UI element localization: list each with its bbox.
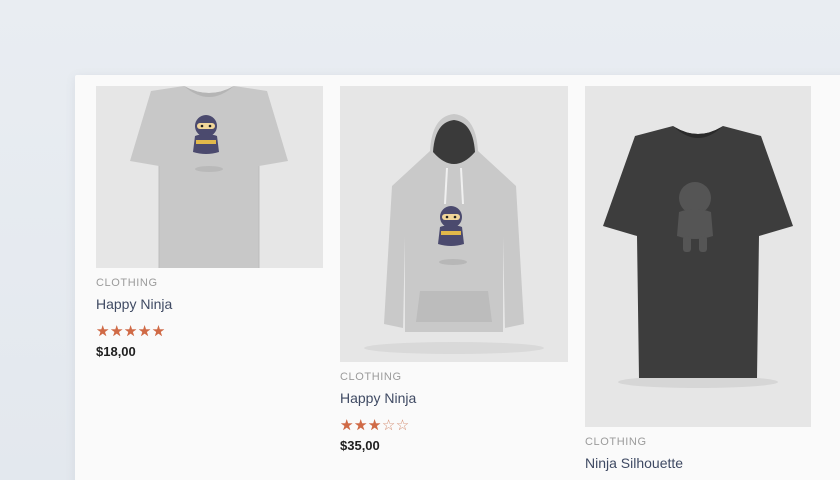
- product-grid: CLOTHING Happy Ninja ☆☆☆☆☆ ★★★★★ $18,00: [75, 75, 840, 480]
- product-image-grey-tshirt[interactable]: [96, 86, 323, 268]
- product-name-link[interactable]: Happy Ninja: [340, 390, 568, 408]
- star-rating: ☆☆☆☆☆ ★★★★★: [96, 322, 323, 340]
- product-image-grey-hoodie[interactable]: [340, 86, 568, 362]
- tshirt-image: [603, 126, 793, 388]
- product-card: CLOTHING Happy Ninja ☆☆☆☆☆ ★★★★★ $18,00: [96, 86, 323, 359]
- product-name-link[interactable]: Happy Ninja: [96, 296, 323, 314]
- star-rating-filled-icon: ★★★★★: [96, 322, 166, 340]
- product-price: $35,00: [340, 438, 380, 453]
- product-category: CLOTHING: [96, 277, 158, 289]
- product-category: CLOTHING: [585, 436, 647, 448]
- product-category: CLOTHING: [340, 371, 402, 383]
- product-price: $18,00: [96, 344, 136, 359]
- product-card: CLOTHING Happy Ninja ☆☆☆☆☆ ★★★★★ $35,00: [340, 86, 568, 453]
- product-image-black-tshirt[interactable]: [585, 86, 811, 427]
- product-name-link[interactable]: Ninja Silhouette: [585, 455, 811, 473]
- star-rating-filled-icon: ★★★★★: [340, 416, 382, 434]
- hoodie-image: [364, 114, 544, 354]
- tshirt-image: [130, 86, 288, 268]
- star-rating: ☆☆☆☆☆ ★★★★★: [340, 416, 568, 434]
- product-card: CLOTHING Ninja Silhouette ☆☆☆☆☆ ★★★★★: [585, 86, 811, 480]
